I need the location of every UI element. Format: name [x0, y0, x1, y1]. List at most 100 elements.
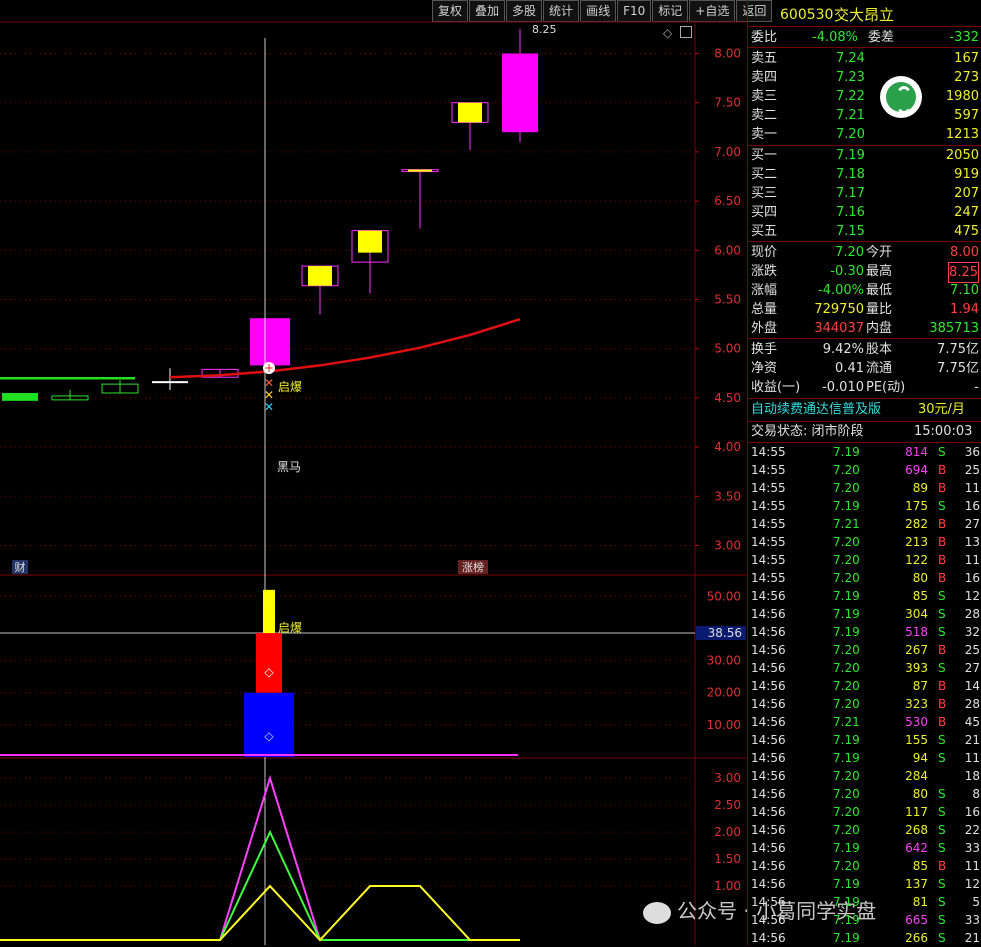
tick-count: 27 [964, 517, 980, 531]
level-price: 7.15 [836, 224, 865, 239]
tick-volume: 89 [912, 481, 928, 495]
level-volume: 167 [954, 51, 979, 66]
tick-price: 7.19 [833, 751, 860, 765]
tick-side: S [938, 823, 946, 837]
tick-row: 14:56 7.20 267 B 25 [748, 641, 981, 659]
tick-time: 14:56 [751, 805, 786, 819]
tick-count: 28 [964, 607, 980, 621]
fundamental-row: 收益(一) -0.010 PE(动) - [748, 378, 981, 397]
tick-time: 14:56 [751, 841, 786, 855]
bids-row: 买三 7.17 207 [748, 184, 981, 203]
quote-label: 内盘 [866, 321, 893, 336]
tick-side: S [938, 787, 946, 801]
tick-time: 14:55 [751, 463, 786, 477]
tick-time: 14:56 [751, 931, 786, 945]
window-toggle-icon[interactable] [680, 26, 692, 38]
tick-count: 25 [964, 463, 980, 477]
quote-value: 385713 [929, 321, 979, 336]
tick-volume: 323 [905, 697, 928, 711]
fundamental-row: 净资 0.41 流通 7.75亿 [748, 359, 981, 378]
tick-time: 14:56 [751, 769, 786, 783]
tick-count: 21 [964, 733, 980, 747]
quote-row: 涨跌 -0.30 最高 8.25 [748, 262, 981, 283]
tick-price: 7.19 [833, 589, 860, 603]
candle-body [458, 102, 482, 123]
diamond-icon[interactable]: ◇ [663, 26, 672, 40]
tick-row: 14:56 7.20 284 18 [748, 767, 981, 785]
quote-value: -0.30 [830, 264, 864, 279]
tick-price: 7.19 [833, 895, 860, 909]
quote-value: 8.00 [950, 245, 979, 260]
level-price: 7.23 [836, 70, 865, 85]
tick-price: 7.20 [833, 553, 860, 567]
tick-count: 33 [964, 913, 980, 927]
level-price: 7.22 [836, 89, 865, 104]
tick-side: B [938, 715, 947, 729]
tick-count: 14 [964, 679, 980, 693]
fund-value: 7.75亿 [937, 342, 979, 357]
indicator-bar [256, 633, 282, 693]
tick-side: B [938, 679, 947, 693]
tick-side: S [938, 751, 946, 765]
tick-volume: 81 [912, 895, 928, 909]
candle-body [2, 392, 38, 401]
tick-row: 14:56 7.21 530 B 45 [748, 713, 981, 731]
candle-body [408, 169, 432, 172]
tick-price: 7.20 [833, 571, 860, 585]
tick-price: 7.20 [833, 859, 860, 873]
bids-row: 买二 7.18 919 [748, 165, 981, 184]
quote-row: 现价 7.20 今开 8.00 [748, 243, 981, 262]
fundamental-row: 换手 9.42% 股本 7.75亿 [748, 340, 981, 359]
tick-count: 12 [964, 877, 980, 891]
quote-label: 现价 [751, 245, 778, 260]
tick-side: B [938, 463, 947, 477]
zhangbang-label: 涨榜 [462, 560, 484, 574]
tick-count: 45 [964, 715, 980, 729]
fund-label: 收益(一) [751, 380, 801, 395]
tick-time: 14:55 [751, 535, 786, 549]
quote-label: 今开 [866, 245, 893, 260]
tick-row: 14:56 7.20 85 B 11 [748, 857, 981, 875]
tick-time: 14:55 [751, 499, 786, 513]
broker-logo [880, 76, 922, 118]
tick-side: B [938, 535, 947, 549]
tick-price: 7.19 [833, 445, 860, 459]
tick-side: B [938, 643, 947, 657]
subscription-row[interactable]: 自动续费通达信普及版 30元/月 [748, 400, 981, 419]
quote-value: 7.20 [835, 245, 864, 260]
tick-side: S [938, 445, 946, 459]
tick-side: B [938, 517, 947, 531]
level-label: 卖五 [751, 51, 778, 66]
y-tick-label: 7.50 [714, 96, 741, 110]
tick-time: 14:56 [751, 733, 786, 747]
y-tick-label: 7.00 [714, 145, 741, 159]
tick-volume: 117 [905, 805, 928, 819]
level-volume: 247 [954, 205, 979, 220]
tick-time: 14:56 [751, 877, 786, 891]
tick-volume: 694 [905, 463, 928, 477]
tick-volume: 304 [905, 607, 928, 621]
tick-side: S [938, 895, 946, 909]
charts-canvas[interactable]: 8.00 7.50 7.00 6.50 6.00 5.50 5.00 4.50 4.00 3.50… [0, 0, 747, 945]
tick-volume: 665 [905, 913, 928, 927]
quote-row: 涨幅 -4.00% 最低 7.10 [748, 281, 981, 300]
tick-volume: 122 [905, 553, 928, 567]
stock-header: 600530 交大昂立 [748, 4, 981, 26]
tick-volume: 213 [905, 535, 928, 549]
fund-value: -0.010 [822, 380, 864, 395]
tick-count: 28 [964, 697, 980, 711]
tick-side: S [938, 499, 946, 513]
quote-label: 量比 [866, 302, 893, 317]
tick-volume: 814 [905, 445, 928, 459]
y-tick-label: 2.50 [714, 798, 741, 812]
tick-price: 7.19 [833, 841, 860, 855]
y-tick-label: 5.50 [714, 293, 741, 307]
tick-price: 7.21 [833, 517, 860, 531]
quote-label: 涨跌 [751, 264, 778, 279]
y-tick-label: 4.50 [714, 391, 741, 405]
quote-panel: 600530 交大昂立 委比 -4.08% 委差 -332 卖五 7.24 167 卖… [747, 0, 981, 945]
tick-row: 14:56 7.20 117 S 16 [748, 803, 981, 821]
tick-price: 7.20 [833, 769, 860, 783]
tick-price: 7.20 [833, 805, 860, 819]
quote-value: 729750 [814, 302, 864, 317]
